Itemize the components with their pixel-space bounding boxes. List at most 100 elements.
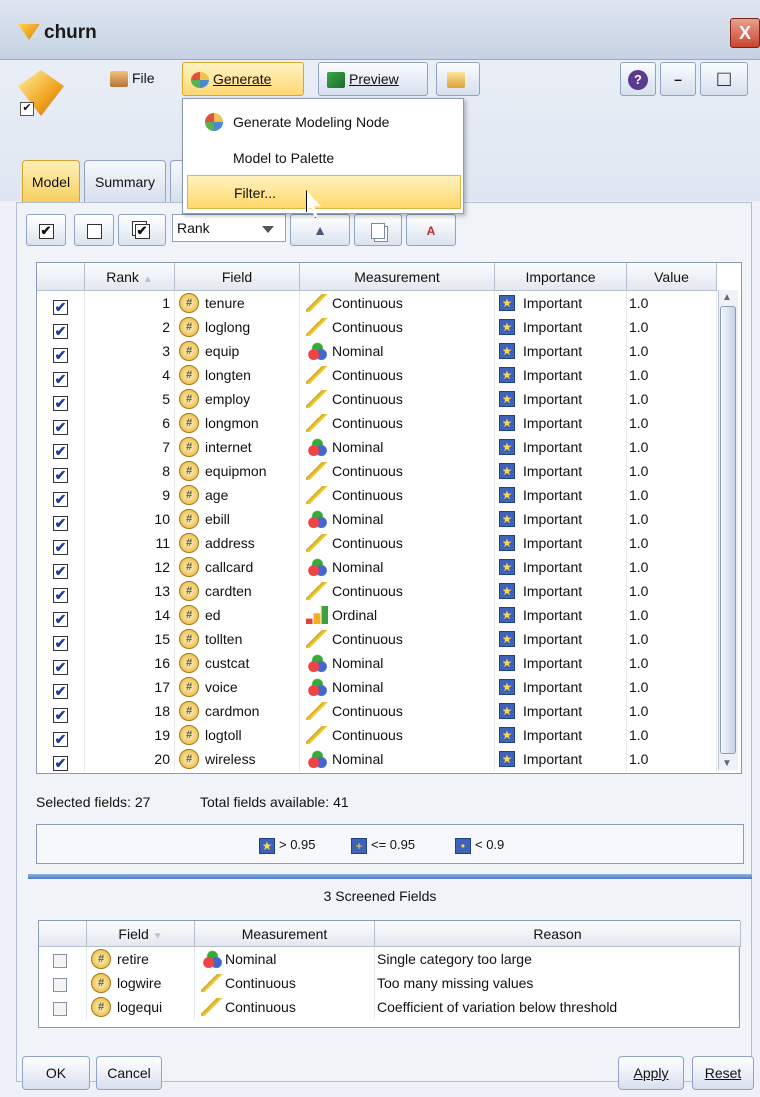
- table-row[interactable]: ✔ 10 # ebill Nominal ★ Important 1.0: [37, 507, 737, 531]
- sort-ascending-button[interactable]: ▲: [290, 214, 350, 246]
- col-header-measurement[interactable]: Measurement: [195, 921, 375, 947]
- row-checkbox[interactable]: ✔: [37, 579, 85, 603]
- row-checkbox[interactable]: ✔: [37, 531, 85, 555]
- row-checkbox[interactable]: ✔: [37, 411, 85, 435]
- table-row[interactable]: # logequi Continuous Coefficient of variati…: [39, 995, 739, 1019]
- minimize-button[interactable]: –: [660, 62, 696, 96]
- scroll-up-icon[interactable]: ▲: [722, 292, 732, 303]
- pane-splitter[interactable]: [28, 874, 752, 879]
- uncheck-all-button[interactable]: [74, 214, 114, 246]
- continuous-icon: [306, 726, 328, 744]
- tab-model[interactable]: Model: [22, 160, 80, 202]
- row-checkbox[interactable]: [39, 995, 87, 1019]
- reason-cell: Single category too large: [375, 947, 739, 971]
- row-checkbox[interactable]: ✔: [37, 627, 85, 651]
- row-checkbox[interactable]: ✔: [37, 483, 85, 507]
- scroll-down-icon[interactable]: ▼: [722, 758, 732, 769]
- row-checkbox[interactable]: ✔: [37, 699, 85, 723]
- table-row[interactable]: ✔ 6 # longmon Continuous ★ Important 1.0: [37, 411, 737, 435]
- check-all-button[interactable]: ✔: [26, 214, 66, 246]
- menu-item-filter[interactable]: Filter...: [187, 175, 461, 209]
- row-checkbox[interactable]: ✔: [37, 387, 85, 411]
- tab-summary[interactable]: Summary: [84, 160, 166, 202]
- maximize-button[interactable]: □: [700, 62, 748, 96]
- col-header-importance[interactable]: Importance: [495, 263, 627, 291]
- table-row[interactable]: ✔ 11 # address Continuous ★ Important 1.0: [37, 531, 737, 555]
- table-row[interactable]: ✔ 19 # logtoll Continuous ★ Important 1.0: [37, 723, 737, 747]
- importance-cell: ★ Important: [495, 291, 627, 315]
- row-checkbox[interactable]: ✔: [37, 675, 85, 699]
- table-row[interactable]: ✔ 16 # custcat Nominal ★ Important 1.0: [37, 651, 737, 675]
- field-cell: # logequi: [87, 995, 195, 1019]
- table-row[interactable]: ✔ 3 # equip Nominal ★ Important 1.0: [37, 339, 737, 363]
- menu-item-model-to-palette[interactable]: Model to Palette: [183, 141, 463, 175]
- close-button[interactable]: X: [730, 18, 760, 48]
- row-checkbox[interactable]: ✔: [37, 435, 85, 459]
- table-row[interactable]: ✔ 14 # ed Ordinal ★ Important 1.0: [37, 603, 737, 627]
- invert-selection-button[interactable]: ✔: [118, 214, 166, 246]
- dropdown-arrow-icon[interactable]: [262, 226, 274, 233]
- numeric-field-icon: #: [179, 605, 199, 625]
- row-checkbox[interactable]: ✔: [37, 603, 85, 627]
- menu-item-generate-modeling-node[interactable]: Generate Modeling Node: [183, 105, 463, 139]
- table-row[interactable]: ✔ 1 # tenure Continuous ★ Important 1.0: [37, 291, 737, 315]
- row-checkbox[interactable]: ✔: [37, 339, 85, 363]
- table-row[interactable]: ✔ 4 # longten Continuous ★ Important 1.0: [37, 363, 737, 387]
- col-header-select[interactable]: [37, 263, 85, 291]
- generate-menu-button[interactable]: Generate: [182, 62, 304, 96]
- value-cell: 1.0: [627, 411, 717, 435]
- table-row[interactable]: ✔ 20 # wireless Nominal ★ Important 1.0: [37, 747, 737, 771]
- table-row[interactable]: ✔ 17 # voice Nominal ★ Important 1.0: [37, 675, 737, 699]
- file-menu-button[interactable]: File: [102, 62, 178, 96]
- ok-button[interactable]: OK: [22, 1056, 90, 1090]
- legend-item: ★ > 0.95: [259, 837, 316, 854]
- sort-alpha-button[interactable]: A: [406, 214, 456, 246]
- col-header-field[interactable]: Field ▼: [87, 921, 195, 947]
- scrollbar-thumb[interactable]: [720, 306, 736, 754]
- annotation-button[interactable]: [436, 62, 480, 96]
- row-checkbox[interactable]: [39, 971, 87, 995]
- table-row[interactable]: ✔ 5 # employ Continuous ★ Important 1.0: [37, 387, 737, 411]
- table-row[interactable]: ✔ 13 # cardten Continuous ★ Important 1.0: [37, 579, 737, 603]
- row-checkbox[interactable]: [39, 947, 87, 971]
- row-checkbox[interactable]: ✔: [37, 651, 85, 675]
- table-row[interactable]: # logwire Continuous Too many missing value…: [39, 971, 739, 995]
- star-icon: ★: [499, 655, 515, 671]
- continuous-icon: [201, 974, 223, 992]
- table-row[interactable]: ✔ 18 # cardmon Continuous ★ Important 1.0: [37, 699, 737, 723]
- table-row[interactable]: ✔ 15 # tollten Continuous ★ Important 1.0: [37, 627, 737, 651]
- apply-button[interactable]: Apply: [618, 1056, 684, 1090]
- star-icon: ★: [499, 463, 515, 479]
- row-checkbox[interactable]: ✔: [37, 555, 85, 579]
- row-checkbox[interactable]: ✔: [37, 315, 85, 339]
- table-row[interactable]: ✔ 12 # callcard Nominal ★ Important 1.0: [37, 555, 737, 579]
- col-header-value[interactable]: Value: [627, 263, 717, 291]
- measurement-cell: Continuous: [300, 459, 495, 483]
- col-header-field[interactable]: Field: [175, 263, 300, 291]
- help-button[interactable]: ?: [620, 62, 656, 96]
- table-row[interactable]: ✔ 8 # equipmon Continuous ★ Important 1.0: [37, 459, 737, 483]
- row-checkbox[interactable]: ✔: [37, 459, 85, 483]
- reset-button[interactable]: Reset: [692, 1056, 754, 1090]
- table-row[interactable]: ✔ 9 # age Continuous ★ Important 1.0: [37, 483, 737, 507]
- row-checkbox[interactable]: ✔: [37, 507, 85, 531]
- row-checkbox[interactable]: ✔: [37, 291, 85, 315]
- col-header-reason[interactable]: Reason: [375, 921, 741, 947]
- field-cell: # wireless: [175, 747, 300, 771]
- preview-button[interactable]: Preview: [318, 62, 428, 96]
- row-checkbox[interactable]: ✔: [37, 363, 85, 387]
- row-checkbox[interactable]: ✔: [37, 747, 85, 771]
- table-row[interactable]: ✔ 7 # internet Nominal ★ Important 1.0: [37, 435, 737, 459]
- table-row[interactable]: # retire Nominal Single category too large: [39, 947, 739, 971]
- col-header-measurement[interactable]: Measurement: [300, 263, 495, 291]
- cancel-button[interactable]: Cancel: [96, 1056, 162, 1090]
- col-header-select[interactable]: [39, 921, 87, 947]
- selected-fields-count: Selected fields: 27: [36, 794, 151, 810]
- checkbox-checked-icon: ✔: [53, 491, 68, 507]
- generate-dropdown-menu: Generate Modeling Node Model to Palette …: [182, 98, 464, 214]
- row-checkbox[interactable]: ✔: [37, 723, 85, 747]
- table-row[interactable]: ✔ 2 # loglong Continuous ★ Important 1.0: [37, 315, 737, 339]
- copy-button[interactable]: [354, 214, 402, 246]
- measurement-cell: Nominal: [300, 651, 495, 675]
- col-header-rank[interactable]: Rank ▲: [85, 263, 175, 291]
